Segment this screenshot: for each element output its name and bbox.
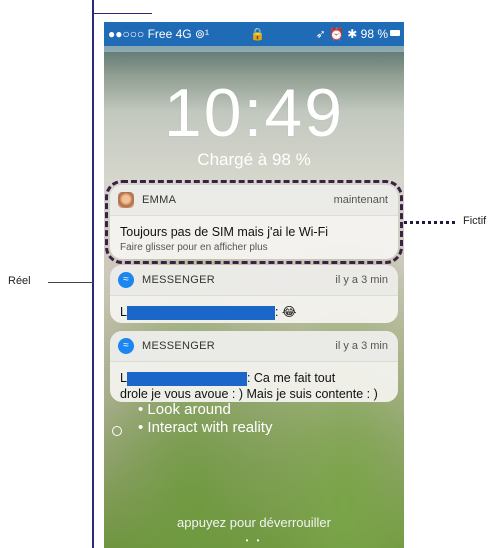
status-right-text: ➶ ⏰ ✱ 98 %	[315, 27, 388, 41]
annotation-fictif-label: Fictif	[463, 215, 487, 227]
notification-messenger-1[interactable]: ≈ MESSENGER il y a 3 min L : 😂	[110, 265, 398, 323]
message-text: : Ca me fait tout	[246, 371, 336, 385]
wallpaper-bullet-1: • Look around	[138, 401, 231, 418]
messenger-icon: ≈	[118, 338, 134, 354]
notification-messenger-2[interactable]: ≈ MESSENGER il y a 3 min L : Ca me fait t…	[110, 331, 398, 402]
redacted-sender-name	[126, 371, 247, 386]
notification-time: il y a 3 min	[335, 340, 388, 352]
notification-time: il y a 3 min	[335, 274, 388, 286]
lock-icon: 🔒	[250, 27, 265, 41]
carrier-signal-text: ●●○○○ Free 4G ⊚¹	[108, 27, 209, 41]
messenger-icon: ≈	[118, 272, 134, 288]
notification-app-name: MESSENGER	[142, 340, 215, 352]
page-indicator-dots: • •	[245, 536, 263, 545]
unlock-hint[interactable]: appuyez pour déverrouiller	[104, 515, 404, 530]
status-bar: ●●○○○ Free 4G ⊚¹ 🔒 ➶ ⏰ ✱ 98 %	[104, 22, 404, 46]
target-icon	[112, 426, 122, 436]
notification-body: Toujours pas de SIM mais j'ai le Wi-Fi F…	[110, 216, 398, 264]
avatar-icon	[118, 192, 134, 208]
message-text-line2: drole je vous avoue : ) Mais je suis con…	[120, 387, 378, 401]
battery-icon	[390, 30, 400, 36]
notification-body: L : 😂	[110, 296, 398, 328]
message-text: : 😂	[274, 305, 297, 319]
annotation-reel-pointer	[48, 282, 94, 283]
annotation-top-line	[92, 13, 152, 14]
phone-lockscreen: ●●○○○ Free 4G ⊚¹ 🔒 ➶ ⏰ ✱ 98 % 10:49 Char…	[104, 22, 404, 548]
notification-app-name: MESSENGER	[142, 274, 215, 286]
charge-status: Chargé à 98 %	[197, 150, 311, 169]
notification-subtitle: Faire glisser pour en afficher plus	[120, 242, 268, 253]
annotation-reel-label: Réel	[8, 275, 31, 287]
wallpaper-bullets: • Look around • Interact with reality	[138, 402, 272, 438]
notification-time: maintenant	[333, 194, 388, 206]
notification-header: ≈ MESSENGER il y a 3 min	[110, 331, 398, 362]
annotation-vertical-line	[92, 0, 94, 548]
message-sender-initial: L	[120, 371, 127, 385]
annotation-fictif-pointer	[397, 221, 455, 224]
notification-app-name: EMMA	[142, 194, 177, 206]
notification-header: ≈ MESSENGER il y a 3 min	[110, 265, 398, 296]
message-sender-initial: L	[120, 305, 127, 319]
notification-emma[interactable]: EMMA maintenant Toujours pas de SIM mais…	[105, 180, 403, 264]
notification-title: Toujours pas de SIM mais j'ai le Wi-Fi	[120, 225, 329, 239]
redacted-sender-name	[126, 305, 275, 320]
notification-header: EMMA maintenant	[110, 185, 398, 216]
lockscreen-clock: 10:49	[163, 75, 345, 151]
wallpaper-bullet-2: • Interact with reality	[138, 419, 273, 436]
